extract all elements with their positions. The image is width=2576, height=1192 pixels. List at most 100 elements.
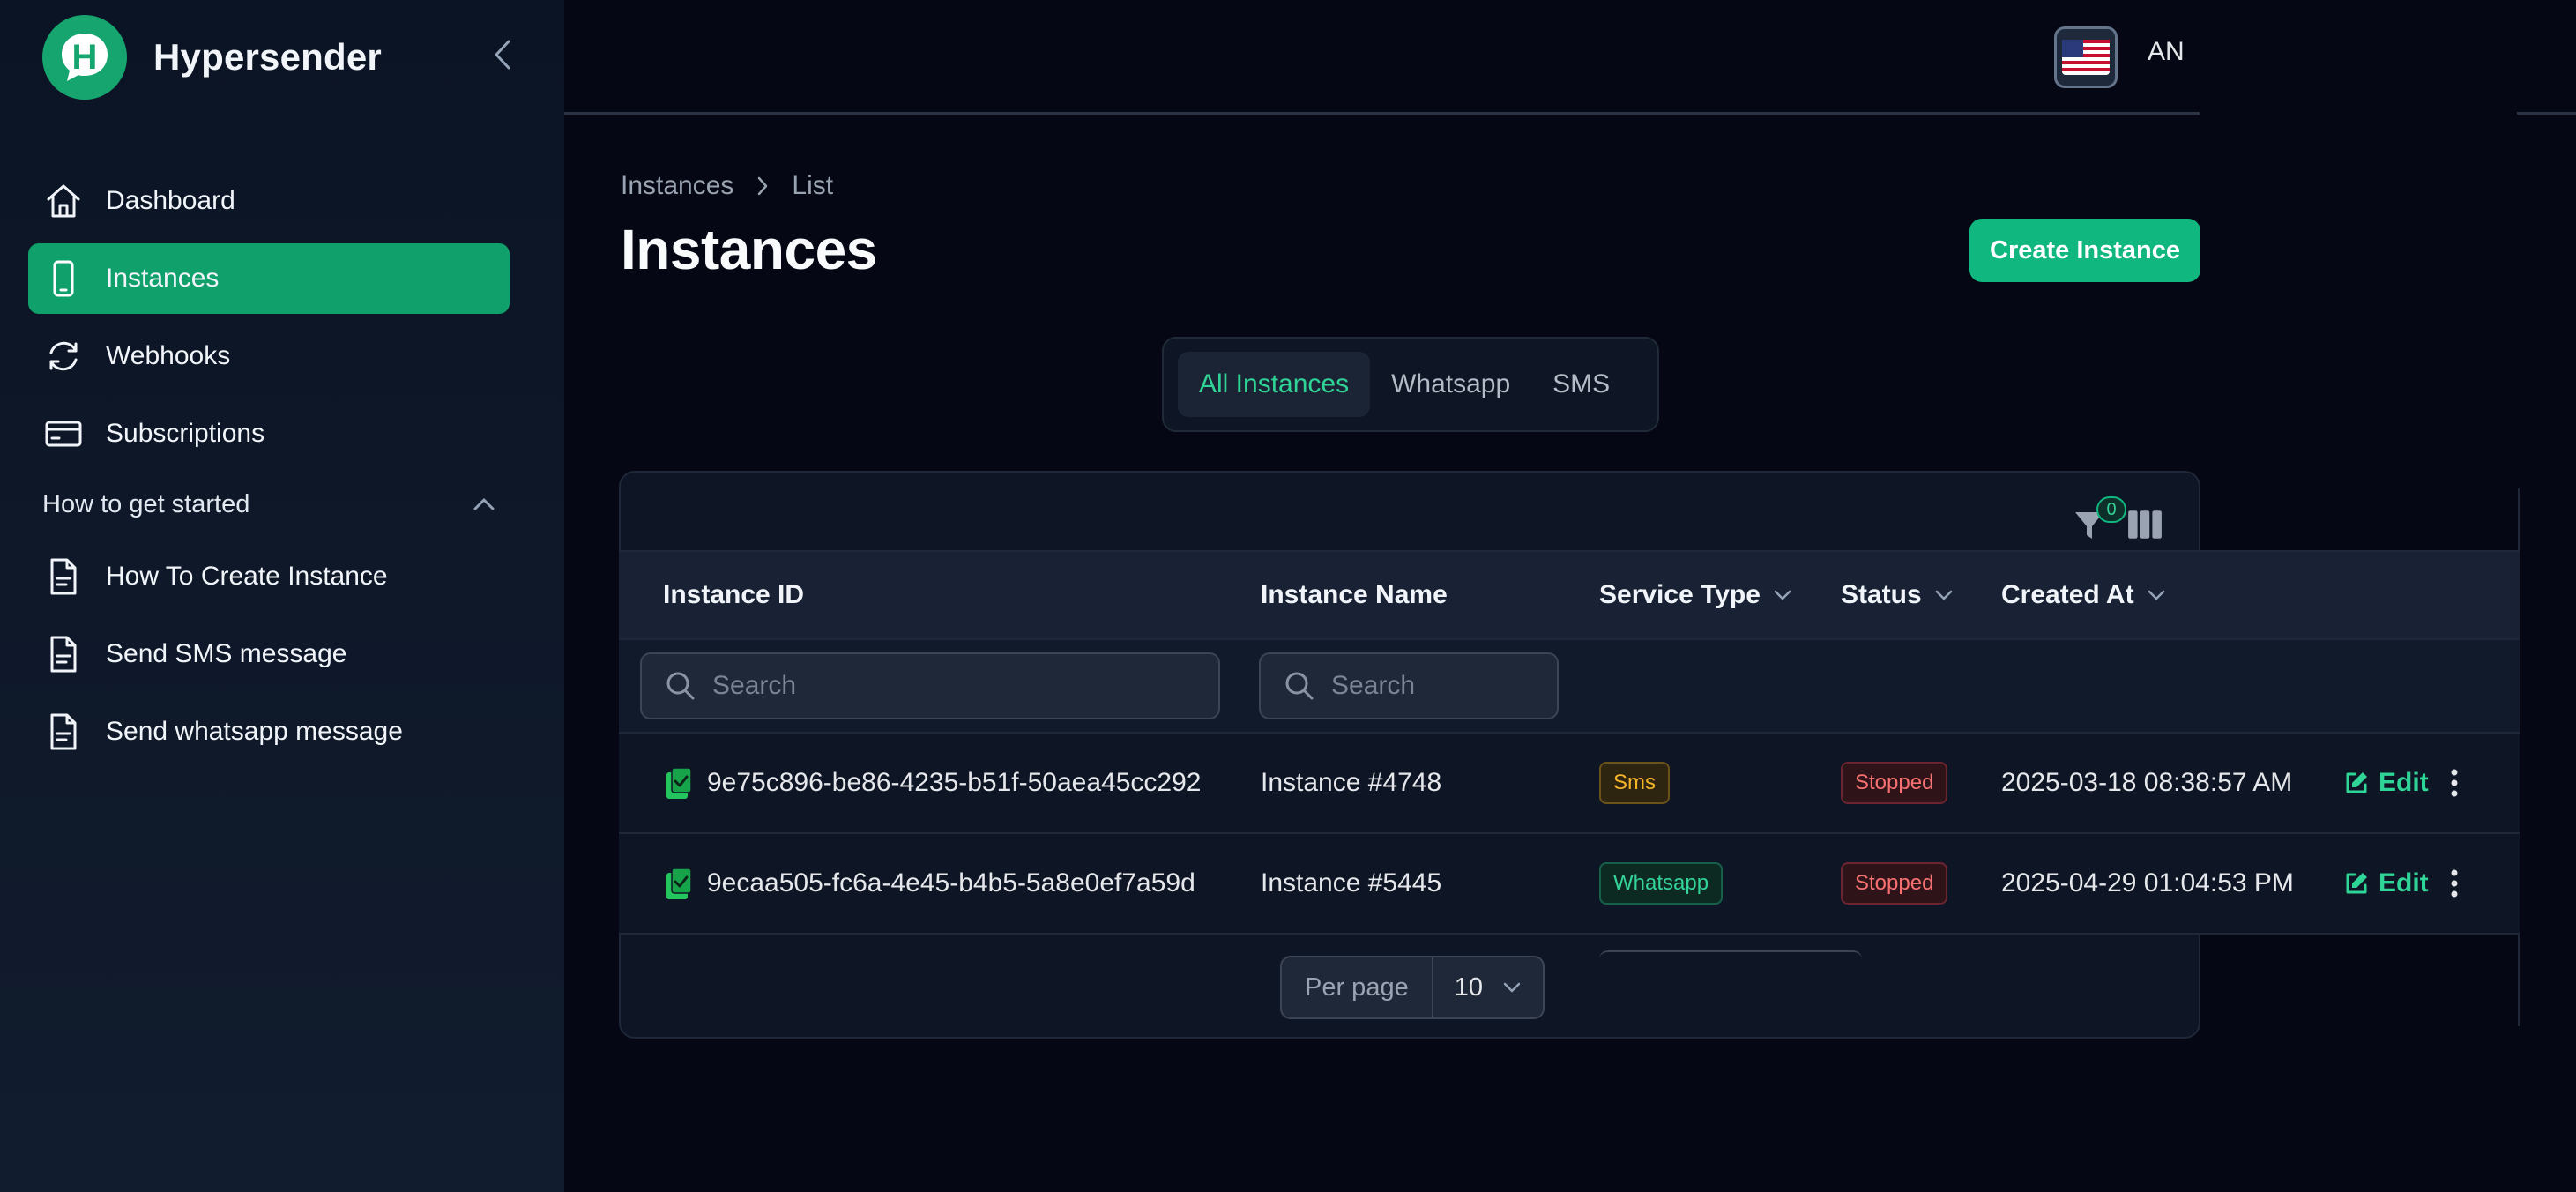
tab-whatsapp[interactable]: Whatsapp [1370, 352, 1531, 417]
breadcrumb-root[interactable]: Instances [621, 171, 733, 201]
edit-icon [2346, 772, 2367, 793]
brand[interactable]: H Hypersender [42, 14, 382, 101]
instance-id-cell: 9e75c896-be86-4235-b51f-50aea45cc292 [663, 734, 1201, 832]
sidebar-item-how-to-create-instance[interactable]: How To Create Instance [28, 541, 510, 612]
sidebar-item-send-whatsapp-message[interactable]: Send whatsapp message [28, 697, 510, 767]
pagination-buttons-edge [1599, 950, 1862, 959]
chevron-down-icon [1935, 590, 1952, 600]
page-title: Instances [621, 218, 877, 281]
sidebar-item-subscriptions[interactable]: Subscriptions [28, 399, 510, 469]
sidebar-item-label: Webhooks [106, 341, 231, 370]
column-label: Service Type [1599, 580, 1761, 609]
column-header-service-type[interactable]: Service Type [1599, 580, 1792, 610]
hypersender-logo: H [42, 15, 127, 100]
sidebar-item-dashboard[interactable]: Dashboard [28, 166, 510, 236]
sidebar-item-label: Send SMS message [106, 639, 347, 668]
columns-icon[interactable] [2126, 509, 2163, 540]
breadcrumb-current: List [792, 171, 834, 200]
clipboard-check-icon[interactable] [663, 866, 695, 901]
service-type-badge: Whatsapp [1599, 862, 1724, 905]
app-name: Hypersender [153, 36, 382, 78]
row-actions-button[interactable] [2449, 734, 2460, 832]
document-icon [42, 633, 85, 675]
column-label: Created At [2001, 580, 2134, 609]
table-row: 9ecaa505-fc6a-4e45-b4b5-5a8e0ef7a59d Ins… [619, 832, 2520, 933]
instance-name-cell: Instance #4748 [1261, 768, 1442, 797]
language-switcher[interactable] [2054, 26, 2118, 88]
us-flag-icon [2062, 40, 2110, 75]
instance-name-cell: Instance #5445 [1261, 868, 1442, 898]
per-page-select[interactable]: 10 [1433, 957, 1543, 1017]
sidebar-item-label: Send whatsapp message [106, 717, 403, 746]
refresh-icon [42, 335, 85, 377]
instance-id-text: 9e75c896-be86-4235-b51f-50aea45cc292 [707, 768, 1202, 797]
sidebar-nav: Dashboard Instances Webhooks Subscriptio… [28, 166, 510, 774]
column-header-status[interactable]: Status [1841, 580, 1954, 610]
sidebar-group-how-to-get-started[interactable]: How to get started [28, 476, 510, 533]
search-icon [1285, 672, 1314, 700]
user-avatar[interactable]: AN [2148, 37, 2185, 67]
column-label: Instance Name [1261, 580, 1448, 609]
more-vertical-icon [2451, 769, 2458, 797]
chevron-down-icon [2148, 590, 2164, 600]
sidebar-item-label: Dashboard [106, 186, 235, 215]
topbar-overlay [2200, 0, 2517, 118]
search-icon [666, 672, 695, 700]
home-icon [42, 180, 85, 222]
instance-id-text: 9ecaa505-fc6a-4e45-b4b5-5a8e0ef7a59d [707, 868, 1195, 898]
service-type-cell: Sms [1599, 734, 1670, 832]
create-instance-button[interactable]: Create Instance [1969, 219, 2200, 282]
instance-name-search [1259, 652, 1559, 719]
phone-icon [42, 257, 85, 300]
per-page-value: 10 [1454, 972, 1483, 1002]
status-badge: Stopped [1841, 762, 1948, 804]
status-cell: Stopped [1841, 834, 1948, 933]
edit-button[interactable]: Edit [2343, 734, 2429, 832]
chevron-right-icon [756, 175, 769, 197]
sidebar-item-label: How To Create Instance [106, 562, 388, 591]
credit-card-icon [42, 413, 85, 455]
filter-button[interactable]: 0 [2073, 496, 2126, 542]
sidebar: H Hypersender Dashboard Instances Webhoo… [0, 0, 564, 1192]
column-label: Status [1841, 580, 1922, 609]
service-type-badge: Sms [1599, 762, 1670, 804]
per-page-selector: Per page 10 [1280, 956, 1545, 1019]
breadcrumb: Instances List [621, 171, 833, 201]
per-page-label: Per page [1282, 957, 1433, 1017]
clipboard-check-icon[interactable] [663, 765, 695, 801]
sidebar-item-instances[interactable]: Instances [28, 243, 510, 314]
instance-type-tabs: All Instances Whatsapp SMS [1162, 337, 1659, 432]
chevron-up-icon [473, 498, 495, 510]
sidebar-item-label: Instances [106, 264, 220, 293]
sidebar-item-send-sms-message[interactable]: Send SMS message [28, 619, 510, 689]
logo-letter: H [71, 37, 98, 77]
edit-label: Edit [2379, 768, 2429, 797]
column-header-instance-id[interactable]: Instance ID [663, 580, 804, 610]
sidebar-group-label: How to get started [42, 489, 250, 518]
table-row: 9e75c896-be86-4235-b51f-50aea45cc292 Ins… [619, 732, 2520, 832]
instance-id-cell: 9ecaa505-fc6a-4e45-b4b5-5a8e0ef7a59d [663, 834, 1195, 933]
edit-label: Edit [2379, 868, 2429, 898]
edit-button[interactable]: Edit [2343, 834, 2429, 933]
collapse-sidebar-button[interactable] [483, 35, 522, 74]
sidebar-item-webhooks[interactable]: Webhooks [28, 321, 510, 391]
filter-count-badge: 0 [2096, 496, 2126, 523]
document-icon [42, 555, 85, 598]
edit-icon [2346, 873, 2367, 894]
more-vertical-icon [2451, 869, 2458, 898]
instances-table: Instance ID Instance Name Service Type S… [619, 550, 2520, 1032]
instance-name-search-input[interactable] [1331, 671, 1550, 701]
instance-id-search-input[interactable] [712, 671, 1156, 701]
chevron-down-icon [1503, 982, 1521, 993]
table-header: Instance ID Instance Name Service Type S… [619, 550, 2520, 638]
column-header-instance-name[interactable]: Instance Name [1261, 580, 1448, 610]
row-actions-button[interactable] [2449, 834, 2460, 933]
column-filter-row [619, 638, 2520, 732]
tab-all-instances[interactable]: All Instances [1178, 352, 1371, 417]
chevron-left-icon [495, 40, 510, 70]
service-type-cell: Whatsapp [1599, 834, 1724, 933]
column-header-created-at[interactable]: Created At [2001, 580, 2166, 610]
tab-sms[interactable]: SMS [1531, 352, 1631, 417]
column-label: Instance ID [663, 580, 805, 609]
sidebar-item-label: Subscriptions [106, 419, 265, 448]
